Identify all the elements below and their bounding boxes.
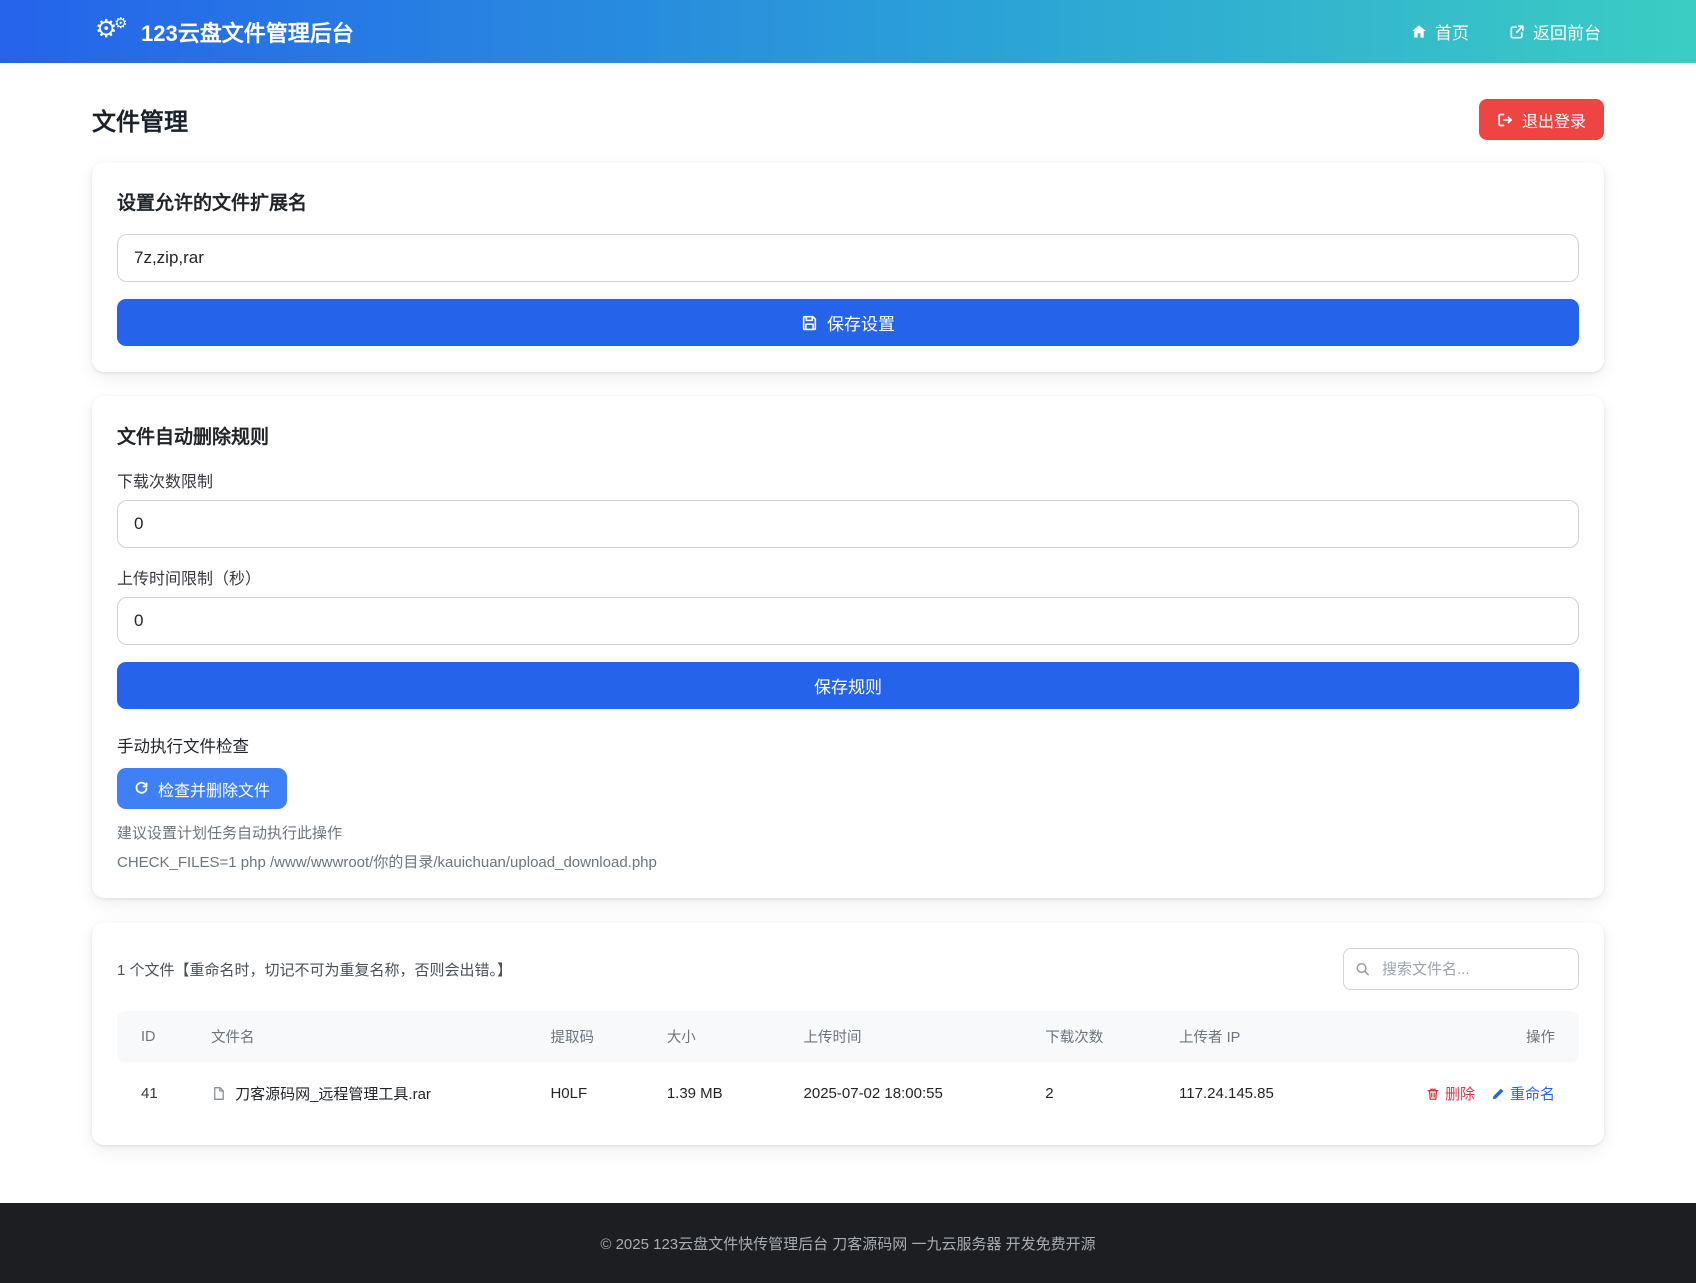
nav-back-frontend-label: 返回前台 [1533, 24, 1601, 43]
filename-text: 刀客源码网_远程管理工具.rar [235, 1086, 431, 1104]
check-delete-files-button[interactable]: 检查并删除文件 [117, 768, 288, 809]
gears-icon [95, 10, 129, 46]
logout-label: 退出登录 [1521, 113, 1586, 131]
rename-label: 重命名 [1509, 1086, 1555, 1103]
auto-delete-rules-card: 文件自动删除规则 下载次数限制 上传时间限制（秒） 保存规则 手动执行文件检查 … [92, 396, 1604, 898]
page-title: 文件管理 [92, 109, 188, 136]
footer-text: © 2025 123云盘文件快传管理后台 刀客源码网 一九云服务器 开发免费开源 [600, 1235, 1096, 1253]
refresh-icon [134, 781, 149, 796]
column-header-uploadtime: 上传时间 [789, 1011, 1032, 1062]
delete-link[interactable]: 删除 [1426, 1083, 1475, 1104]
extension-input[interactable] [117, 234, 1579, 282]
save-settings-button[interactable]: 保存设置 [117, 299, 1579, 346]
trash-icon [1426, 1087, 1440, 1101]
upload-time-limit-label: 上传时间限制（秒） [117, 571, 262, 588]
main-container: 文件管理 退出登录 设置允许的文件扩展名 保存设置 文件自动删除规则 下载次数限… [92, 63, 1604, 1145]
column-header-downloads: 下载次数 [1031, 1011, 1166, 1062]
manual-check-label: 手动执行文件检查 [117, 738, 249, 756]
file-icon [211, 1086, 226, 1101]
brand-title: 123云盘文件管理后台 [141, 20, 354, 46]
delete-label: 删除 [1444, 1086, 1475, 1103]
column-header-ip: 上传者 IP [1165, 1011, 1412, 1062]
cell-ip: 117.24.145.85 [1179, 1085, 1274, 1103]
cell-id: 41 [141, 1085, 158, 1103]
save-icon [801, 314, 818, 331]
search-icon [1355, 962, 1370, 977]
cell-code: H0LF [550, 1085, 588, 1103]
cell-downloads: 2 [1045, 1085, 1054, 1103]
cron-command: CHECK_FILES=1 php /www/wwwroot/你的目录/kaui… [117, 854, 657, 871]
logout-button[interactable]: 退出登录 [1478, 99, 1604, 140]
extension-card-title: 设置允许的文件扩展名 [117, 193, 308, 214]
column-header-size: 大小 [652, 1011, 790, 1062]
rules-card-title: 文件自动删除规则 [117, 427, 270, 448]
column-header-filename: 文件名 [197, 1011, 537, 1062]
page-footer: © 2025 123云盘文件快传管理后台 刀客源码网 一九云服务器 开发免费开源 [0, 1203, 1696, 1283]
nav-home-label: 首页 [1435, 24, 1469, 43]
file-list-card: 1 个文件【重命名时，切记不可为重复名称，否则会出错。】 ID 文件名 提取码 … [92, 922, 1604, 1145]
cron-hint: 建议设置计划任务自动执行此操作 [117, 825, 343, 842]
pencil-icon [1491, 1087, 1505, 1101]
column-header-id: ID [117, 1011, 198, 1062]
brand: 123云盘文件管理后台 [95, 10, 354, 48]
save-rules-label: 保存规则 [814, 678, 882, 697]
download-limit-input[interactable] [117, 500, 1579, 548]
file-count-summary: 1 个文件【重命名时，切记不可为重复名称，否则会出错。】 [117, 961, 513, 979]
cell-actions: 删除 重命名 [1412, 1062, 1579, 1119]
extension-settings-card: 设置允许的文件扩展名 保存设置 [92, 162, 1604, 372]
column-header-actions: 操作 [1411, 1011, 1579, 1062]
column-header-code: 提取码 [536, 1011, 653, 1062]
save-rules-button[interactable]: 保存规则 [117, 662, 1579, 709]
table-header-row: ID 文件名 提取码 大小 上传时间 下载次数 上传者 IP 操作 [117, 1011, 1579, 1062]
top-navbar: 123云盘文件管理后台 首页 返回前台 [0, 0, 1696, 63]
cell-size: 1.39 MB [666, 1085, 723, 1103]
cell-uploadtime: 2025-07-02 18:00:55 [803, 1085, 943, 1103]
rename-link[interactable]: 重命名 [1491, 1083, 1555, 1104]
save-settings-label: 保存设置 [827, 315, 895, 334]
page-head: 文件管理 退出登录 [92, 99, 1604, 140]
cell-filename: 刀客源码网_远程管理工具.rar [197, 1062, 536, 1119]
nav-back-frontend-link[interactable]: 返回前台 [1509, 19, 1601, 44]
files-table: ID 文件名 提取码 大小 上传时间 下载次数 上传者 IP 操作 41 刀客源… [117, 1011, 1579, 1119]
upload-time-limit-input[interactable] [117, 597, 1579, 645]
table-row: 41 刀客源码网_远程管理工具.rar H0LF 1.39 MB 2025-07… [117, 1062, 1579, 1119]
nav-home-link[interactable]: 首页 [1411, 19, 1469, 44]
download-limit-label: 下载次数限制 [117, 474, 214, 491]
list-toolbar: 1 个文件【重命名时，切记不可为重复名称，否则会出错。】 [117, 948, 1579, 990]
search-box [1343, 948, 1579, 990]
nav-links: 首页 返回前台 [1411, 19, 1601, 44]
search-input[interactable] [1343, 948, 1579, 990]
home-icon [1411, 24, 1427, 40]
sign-out-icon [1497, 112, 1513, 128]
check-delete-files-label: 检查并删除文件 [158, 782, 271, 800]
external-link-icon [1509, 24, 1525, 40]
